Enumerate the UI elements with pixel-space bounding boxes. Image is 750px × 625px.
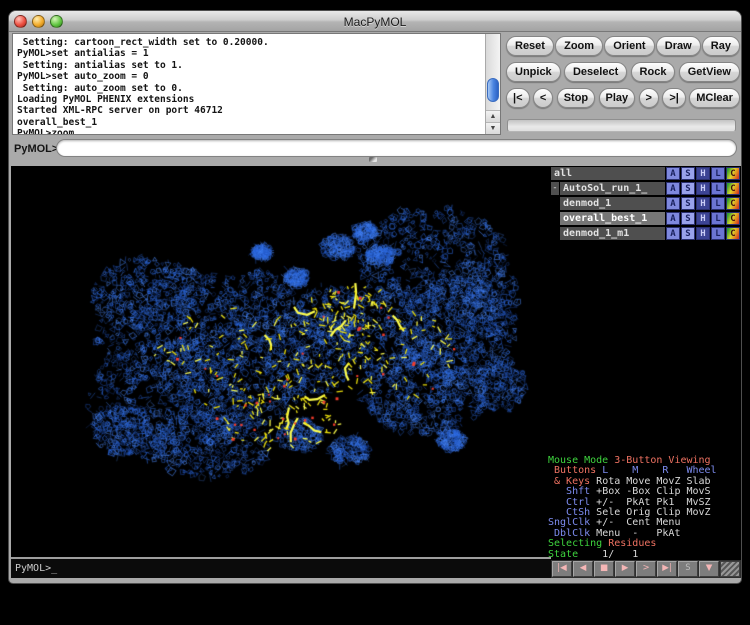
object-label-autosol[interactable]: AutoSol_run_1_ <box>560 182 665 195</box>
hide-menu-button[interactable]: H <box>696 227 710 240</box>
output-console: Setting: cartoon_rect_width set to 0.200… <box>12 33 501 135</box>
action-menu-button[interactable]: A <box>666 212 680 225</box>
object-label-denmod1m1[interactable]: denmod_1_m1 <box>560 227 665 240</box>
getview-button[interactable]: GetView <box>679 62 740 82</box>
rock-button[interactable]: Rock <box>631 62 676 82</box>
movie-vcr-controls: |◀ ◀ ■ ▶ > ▶| S ▼ <box>551 560 741 578</box>
vcr-first-icon[interactable]: |◀ <box>552 561 572 577</box>
color-menu-button[interactable]: C <box>726 227 740 240</box>
zoom-button-cmd[interactable]: Zoom <box>555 36 603 56</box>
action-menu-button[interactable]: A <box>666 182 680 195</box>
scroll-down-icon[interactable]: ▼ <box>486 122 500 135</box>
label-menu-button[interactable]: L <box>711 197 725 210</box>
state-line: State 1/ 1 <box>548 550 741 560</box>
label-menu-button[interactable]: L <box>711 167 725 180</box>
command-input[interactable] <box>56 139 737 157</box>
movie-forward-button[interactable]: > <box>639 88 659 108</box>
show-menu-button[interactable]: S <box>681 212 695 225</box>
orient-button[interactable]: Orient <box>604 36 654 56</box>
hide-menu-button[interactable]: H <box>696 167 710 180</box>
show-menu-button[interactable]: S <box>681 197 695 210</box>
resize-grip[interactable] <box>720 561 740 577</box>
movie-back-button[interactable]: < <box>533 88 553 108</box>
object-row-all: all A S H L C <box>551 167 741 180</box>
vcr-s-button[interactable]: S <box>678 561 698 577</box>
show-menu-button[interactable]: S <box>681 182 695 195</box>
toolbar-row-2: Unpick Deselect Rock GetView <box>506 62 740 82</box>
ray-button[interactable]: Ray <box>702 36 740 56</box>
object-label-overall-best[interactable]: overall_best_1 <box>560 212 665 225</box>
movie-stop-button[interactable]: Stop <box>557 88 595 108</box>
label-menu-button[interactable]: L <box>711 227 725 240</box>
label-menu-button[interactable]: L <box>711 182 725 195</box>
vcr-stop-icon[interactable]: ■ <box>594 561 614 577</box>
pymol-prompt-label: PyMOL> <box>14 143 58 155</box>
action-menu-button[interactable]: A <box>666 197 680 210</box>
movie-first-button[interactable]: |< <box>506 88 530 108</box>
label-menu-button[interactable]: L <box>711 212 725 225</box>
vcr-last-icon[interactable]: ▶| <box>657 561 677 577</box>
movie-frame-slider[interactable] <box>507 119 736 132</box>
show-menu-button[interactable]: S <box>681 227 695 240</box>
viewport-command-line[interactable]: PyMOL>_ <box>11 559 551 578</box>
movie-last-button[interactable]: >| <box>662 88 686 108</box>
action-menu-button[interactable]: A <box>666 227 680 240</box>
reset-button[interactable]: Reset <box>506 36 554 56</box>
object-label-all[interactable]: all <box>551 167 665 180</box>
vcr-back-icon[interactable]: ◀ <box>573 561 593 577</box>
color-menu-button[interactable]: C <box>726 197 740 210</box>
toolbar-row-1: Reset Zoom Orient Draw Ray <box>506 36 740 56</box>
3d-viewport[interactable] <box>11 166 551 557</box>
vcr-play-icon[interactable]: ▶ <box>615 561 635 577</box>
console-text: Setting: cartoon_rect_width set to 0.200… <box>13 34 500 135</box>
object-row-overall-best: overall_best_1 A S H L C <box>560 212 741 225</box>
action-menu-button[interactable]: A <box>666 167 680 180</box>
sash-grip[interactable] <box>369 157 377 162</box>
mouse-mode-panel: Mouse Mode 3-Button Viewing Buttons L M … <box>548 456 741 560</box>
console-scrollbar[interactable]: ▲ ▼ <box>485 34 500 134</box>
screenshot-stage: MacPyMOL Setting: cartoon_rect_width set… <box>0 0 750 625</box>
movie-play-button[interactable]: Play <box>599 88 636 108</box>
object-row-denmod1: denmod_1 A S H L C <box>560 197 741 210</box>
vcr-forward-icon[interactable]: > <box>636 561 656 577</box>
unpick-button[interactable]: Unpick <box>506 62 561 82</box>
vcr-down-icon[interactable]: ▼ <box>699 561 719 577</box>
hide-menu-button[interactable]: H <box>696 212 710 225</box>
object-row-denmod1m1: denmod_1_m1 A S H L C <box>560 227 741 240</box>
color-menu-button[interactable]: C <box>726 212 740 225</box>
draw-button[interactable]: Draw <box>656 36 701 56</box>
toolbar-row-3: |< < Stop Play > >| MClear <box>506 88 740 108</box>
mclear-button[interactable]: MClear <box>689 88 740 108</box>
window-title: MacPyMOL <box>8 15 742 29</box>
scrollbar-thumb[interactable] <box>487 78 499 102</box>
deselect-button[interactable]: Deselect <box>564 62 627 82</box>
color-menu-button[interactable]: C <box>726 182 740 195</box>
object-label-denmod1[interactable]: denmod_1 <box>560 197 665 210</box>
object-list: all A S H L C - AutoSol_run_1_ A S H L C… <box>551 167 741 242</box>
color-menu-button[interactable]: C <box>726 167 740 180</box>
show-menu-button[interactable]: S <box>681 167 695 180</box>
object-row-autosol: - AutoSol_run_1_ A S H L C <box>551 182 741 195</box>
hide-menu-button[interactable]: H <box>696 182 710 195</box>
hide-menu-button[interactable]: H <box>696 197 710 210</box>
collapse-toggle-icon[interactable]: - <box>551 182 559 195</box>
